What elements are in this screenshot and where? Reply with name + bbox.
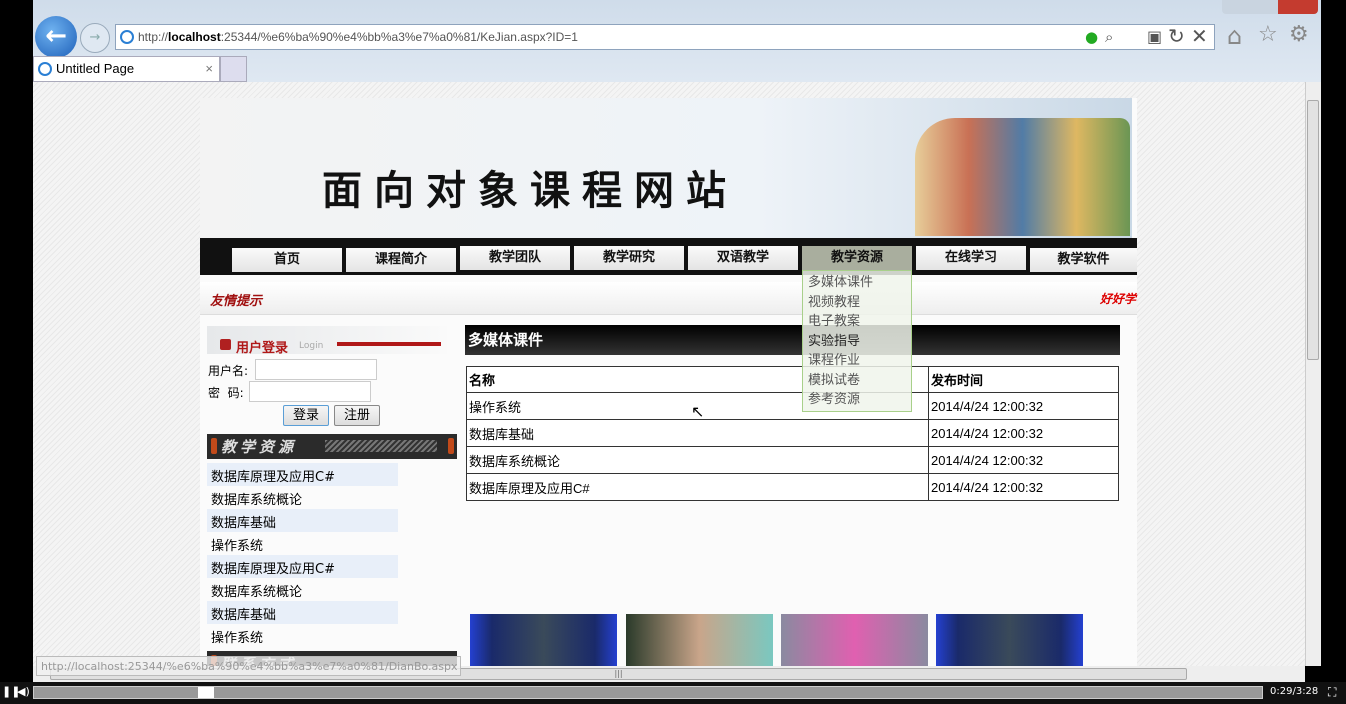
username-label: 用户名:	[208, 364, 249, 378]
banner-students-image	[915, 118, 1130, 236]
table-row[interactable]: 数据库基础 2014/4/24 12:00:32	[466, 419, 1119, 447]
courseware-name[interactable]: 数据库原理及应用C#	[466, 473, 929, 501]
site-title: 面向对象课程网站	[322, 167, 738, 214]
nav-teaching-software[interactable]: 教学软件	[1030, 248, 1137, 272]
settings-gear-icon[interactable]: ⚙	[1289, 22, 1309, 47]
url-rest: :25344/%e6%ba%90%e4%bb%a3%e7%a0%81/KeJia…	[220, 30, 578, 44]
nav-teaching-research[interactable]: 教学研究	[574, 246, 684, 270]
volume-icon[interactable]: ◀)	[17, 685, 30, 698]
publish-time: 2014/4/24 12:00:32	[928, 392, 1119, 420]
url-host: localhost	[168, 30, 221, 44]
login-button[interactable]: 登录	[283, 405, 329, 426]
resources-section-title: 教学资源	[221, 438, 298, 456]
fullscreen-icon[interactable]: ⛶	[1328, 685, 1336, 700]
resource-link[interactable]: 操作系统	[207, 532, 398, 555]
menu-item-lab-guide[interactable]: 实验指导	[808, 330, 860, 349]
search-icon[interactable]: ⌕	[1105, 28, 1113, 46]
publish-time: 2014/4/24 12:00:32	[928, 473, 1119, 501]
login-subtitle: Login	[299, 341, 324, 351]
resource-link[interactable]: 数据库基础	[207, 601, 398, 624]
username-input[interactable]	[255, 359, 377, 380]
ie-icon	[120, 30, 134, 44]
vertical-scroll-thumb[interactable]	[1307, 100, 1319, 360]
pin-decoration	[211, 438, 217, 454]
publish-time: 2014/4/24 12:00:32	[928, 446, 1119, 474]
password-input[interactable]	[249, 381, 371, 402]
browser-tab[interactable]: Untitled Page ×	[33, 56, 220, 82]
new-tab-button[interactable]	[220, 56, 247, 82]
menu-item-multimedia[interactable]: 多媒体课件	[808, 271, 873, 290]
tab-title: Untitled Page	[56, 61, 135, 76]
resource-link[interactable]: 数据库系统概论	[207, 486, 398, 509]
favorites-star-icon[interactable]: ☆	[1258, 22, 1278, 47]
address-bar[interactable]: http://localhost:25344/%e6%ba%90%e4%bb%a…	[115, 24, 1215, 50]
table-header-row: 名称 发布时间	[466, 366, 1119, 393]
column-header-date: 发布时间	[928, 366, 1119, 393]
register-button[interactable]: 注册	[334, 405, 380, 426]
main-nav: 首页 课程简介 教学团队 教学研究 双语教学 教学资源 在线学习 教学软件	[200, 238, 1137, 275]
ie-icon	[38, 62, 52, 76]
menu-item-e-lessons[interactable]: 电子教案	[808, 310, 860, 329]
resource-link[interactable]: 操作系统	[207, 624, 398, 647]
tab-close-icon[interactable]: ×	[205, 61, 213, 76]
login-divider	[337, 342, 441, 346]
tip-marquee: 好好学	[1100, 292, 1137, 306]
compat-icon[interactable]: ●	[1085, 28, 1098, 46]
nav-teaching-resources[interactable]: 教学资源	[802, 246, 912, 270]
video-thumbnail[interactable]	[781, 614, 928, 666]
main-section-title: 多媒体课件	[465, 325, 1120, 355]
table-row[interactable]: 数据库系统概论 2014/4/24 12:00:32	[466, 446, 1119, 474]
video-seek-bar[interactable]	[33, 686, 1263, 699]
tip-label: 友情提示	[210, 294, 263, 309]
mouse-cursor: ↖	[691, 402, 705, 421]
login-icon	[220, 339, 231, 350]
courseware-table: 名称 发布时间 操作系统 2014/4/24 12:00:32 数据库基础 2014/…	[466, 366, 1119, 501]
home-icon[interactable]: ⌂	[1227, 22, 1242, 50]
resource-link[interactable]: 数据库基础	[207, 509, 398, 532]
status-url: http://localhost:25344/%e6%ba%90%e4%bb%a…	[36, 656, 461, 676]
menu-item-references[interactable]: 参考资源	[808, 388, 860, 407]
password-label: 密 码:	[208, 386, 244, 400]
table-row[interactable]: 数据库原理及应用C# 2014/4/24 12:00:32	[466, 473, 1119, 501]
video-thumbnail[interactable]	[936, 614, 1083, 666]
table-row[interactable]: 操作系统 2014/4/24 12:00:32	[466, 392, 1119, 420]
forward-button[interactable]: →	[80, 23, 110, 53]
video-thumbnail[interactable]	[626, 614, 773, 666]
login-title: 用户登录	[236, 341, 289, 356]
video-seek-thumb[interactable]	[197, 687, 214, 698]
menu-item-homework[interactable]: 课程作业	[808, 349, 860, 368]
nav-course-intro[interactable]: 课程简介	[346, 248, 456, 272]
video-time: 0:29/3:28	[1270, 686, 1319, 697]
nav-teaching-team[interactable]: 教学团队	[460, 246, 570, 270]
nav-bilingual[interactable]: 双语教学	[688, 246, 798, 270]
pin-decoration	[448, 438, 454, 454]
refresh-icon[interactable]: ↻	[1168, 24, 1185, 48]
resource-link[interactable]: 数据库原理及应用C#	[207, 555, 398, 578]
resource-link[interactable]: 数据库原理及应用C#	[207, 463, 398, 486]
video-thumbnail[interactable]	[470, 614, 617, 666]
compat-view-icon[interactable]: ▣	[1147, 27, 1162, 46]
url-prefix: http://	[138, 30, 169, 44]
menu-item-mock-exam[interactable]: 模拟试卷	[808, 369, 860, 388]
resources-section-header: 教学资源	[207, 434, 457, 459]
tip-bar	[200, 282, 1137, 315]
back-button[interactable]: ←	[35, 16, 77, 58]
courseware-name[interactable]: 数据库系统概论	[466, 446, 929, 474]
stop-icon[interactable]: ✕	[1191, 24, 1208, 48]
publish-time: 2014/4/24 12:00:32	[928, 419, 1119, 447]
nav-home[interactable]: 首页	[232, 248, 342, 272]
resources-dropdown-menu: 多媒体课件 视频教程 电子教案 实验指导 课程作业 模拟试卷 参考资源	[802, 270, 912, 412]
courseware-name[interactable]: 数据库基础	[466, 419, 929, 447]
window-close-button[interactable]	[1278, 0, 1318, 14]
menu-item-video-tutorials[interactable]: 视频教程	[808, 291, 860, 310]
nav-online-learning[interactable]: 在线学习	[916, 246, 1026, 270]
resource-link[interactable]: 数据库系统概论	[207, 578, 398, 601]
hatch-decoration	[325, 440, 437, 452]
